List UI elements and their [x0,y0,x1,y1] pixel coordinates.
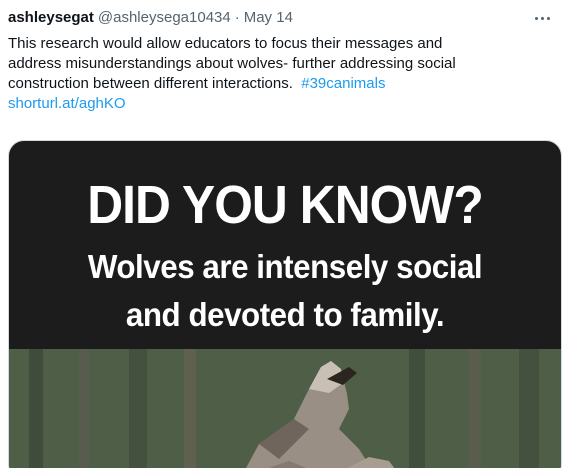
header-separator: · [234,9,240,26]
tweet-text-line: address misunderstandings about wolves- … [8,55,456,72]
tweet-text: This research would allow educators to f… [8,34,558,114]
hashtag-link[interactable]: #39canimals [301,75,385,92]
author-handle[interactable]: @ashleysega10434 [98,8,231,28]
author-name[interactable]: ashleysegat [8,8,94,28]
tweet[interactable]: ashleysegat @ashleysega10434 · May 14 Th… [0,0,568,468]
tweet-image[interactable]: DID YOU KNOW? Wolves are intensely socia… [8,140,562,468]
short-url-link[interactable]: shorturl.at/aghKO [8,94,558,114]
wolf-photo [9,349,561,468]
image-subline-1: Wolves are intensely social [87,248,483,285]
tweet-text-line: construction between different interacti… [8,74,558,94]
image-headline: DID YOU KNOW? [87,175,484,235]
image-subline-2: and devoted to family. [125,296,445,333]
wolf-illustration [9,349,561,468]
more-horizontal-icon[interactable] [528,6,556,30]
tweet-date[interactable]: May 14 [244,8,293,28]
tweet-text-line: This research would allow educators to f… [8,35,443,52]
tweet-header: ashleysegat @ashleysega10434 · May 14 [8,6,556,30]
tweet-text-fragment: construction between different interacti… [8,75,293,92]
image-subline: Wolves are intensely social and devoted … [23,243,547,339]
